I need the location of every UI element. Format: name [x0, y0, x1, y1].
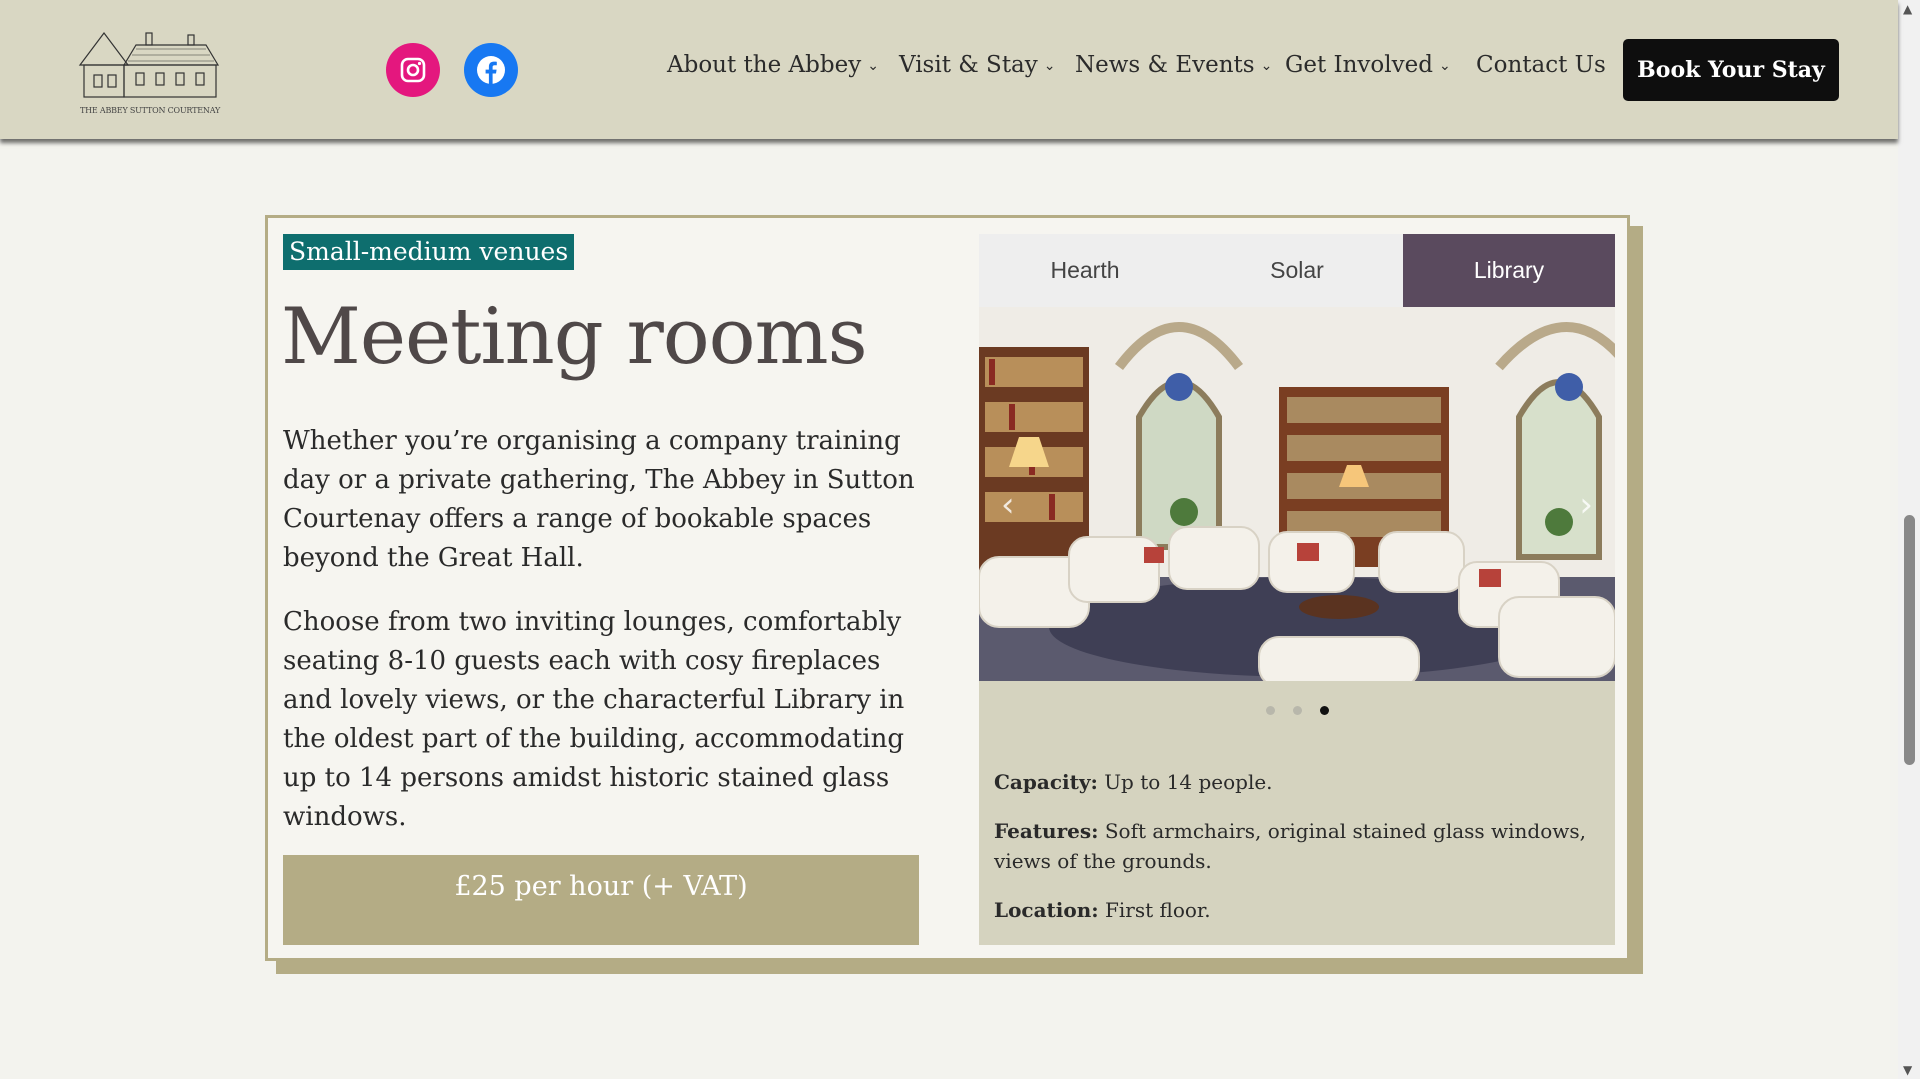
- capacity-label: Capacity:: [994, 770, 1098, 794]
- facebook-icon: [477, 56, 505, 84]
- instagram-icon: [400, 57, 426, 83]
- nav-label: Contact Us: [1476, 52, 1606, 78]
- room-tabs: Hearth Solar Library: [979, 234, 1615, 307]
- nav-label: News & Events: [1075, 52, 1255, 78]
- chevron-down-icon: ⌄: [1260, 58, 1273, 74]
- nav-contact-us[interactable]: Contact Us: [1476, 52, 1606, 78]
- intro-paragraph: Whether you’re organising a company trai…: [283, 426, 915, 573]
- tab-library[interactable]: Library: [1403, 234, 1615, 307]
- features-line: Features: Soft armchairs, original stain…: [994, 816, 1594, 876]
- carousel-prev-arrow-icon[interactable]: ‹: [1001, 485, 1015, 525]
- nav-news-and-events[interactable]: News & Events ⌄: [1075, 52, 1272, 78]
- scrollbar-thumb[interactable]: [1904, 515, 1915, 765]
- chevron-down-icon: ⌄: [867, 58, 879, 74]
- carousel-dot-3[interactable]: [1319, 706, 1329, 715]
- carousel-next-arrow-icon[interactable]: ›: [1579, 485, 1593, 525]
- nav-label: Get Involved: [1285, 52, 1433, 78]
- room-details-panel: Capacity: Up to 14 people. Features: Sof…: [979, 681, 1615, 945]
- location-label: Location:: [994, 898, 1099, 922]
- capacity-value: Up to 14 people.: [1104, 770, 1273, 794]
- site-logo[interactable]: THE ABBEY SUTTON COURTENAY: [76, 25, 224, 115]
- chevron-down-icon: ⌄: [1438, 58, 1451, 74]
- library-illustration: [979, 307, 1615, 681]
- library-room-photo: ‹ ›: [979, 307, 1615, 681]
- tab-hearth[interactable]: Hearth: [979, 234, 1191, 307]
- nav-get-involved[interactable]: Get Involved ⌄: [1285, 52, 1451, 78]
- section-tag: Small-medium venues: [283, 234, 575, 270]
- logo-wordmark: THE ABBEY SUTTON COURTENAY: [79, 106, 221, 115]
- nav-visit-and-stay[interactable]: Visit & Stay ⌄: [899, 52, 1056, 78]
- capacity-line: Capacity: Up to 14 people.: [994, 767, 1594, 797]
- nav-label: About the Abbey: [667, 52, 862, 78]
- location-value: First floor.: [1105, 898, 1211, 922]
- carousel-dot-2[interactable]: [1292, 706, 1302, 715]
- carousel-dots: [979, 706, 1615, 715]
- tab-solar[interactable]: Solar: [1191, 234, 1403, 307]
- site-header: THE ABBEY SUTTON COURTENAY About the Abb…: [0, 0, 1898, 139]
- features-label: Features:: [994, 819, 1099, 843]
- location-line: Location: First floor.: [994, 895, 1594, 925]
- facebook-link[interactable]: [464, 43, 518, 97]
- instagram-link[interactable]: [386, 43, 440, 97]
- scroll-down-arrow-icon[interactable]: ▼: [1903, 1063, 1912, 1077]
- abbey-building-illustration: [78, 32, 220, 98]
- carousel-dot-1[interactable]: [1265, 706, 1275, 715]
- section-title: Meeting rooms: [281, 292, 868, 382]
- price-banner: £25 per hour (+ VAT): [283, 855, 919, 945]
- page-scrollbar[interactable]: ▲ ▼: [1898, 0, 1920, 1079]
- details-paragraph: Choose from two inviting lounges, comfor…: [283, 607, 905, 832]
- scroll-up-arrow-icon[interactable]: ▲: [1903, 2, 1912, 16]
- nav-about-the-abbey[interactable]: About the Abbey ⌄: [667, 52, 879, 78]
- chevron-down-icon: ⌄: [1043, 58, 1056, 74]
- book-your-stay-button[interactable]: Book Your Stay: [1623, 39, 1839, 101]
- nav-label: Visit & Stay: [899, 52, 1038, 78]
